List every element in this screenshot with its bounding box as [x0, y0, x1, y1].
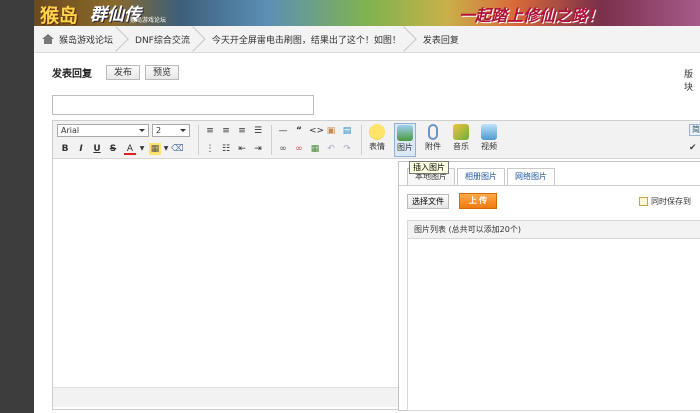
forum-banner[interactable]: 猴岛 群仙传 猴岛游戏论坛 一起踏上修仙之路！ [34, 0, 700, 26]
toolbar-separator [361, 125, 362, 155]
tab-web-image[interactable]: 网络图片 [507, 168, 555, 185]
home-icon[interactable] [42, 34, 54, 44]
breadcrumb-home[interactable]: 猴岛游戏论坛 [34, 26, 127, 53]
breadcrumb-current: 发表回复 [415, 26, 473, 53]
font-family-value: Arial [61, 126, 80, 135]
breadcrumb-thread[interactable]: 今天开全屏雷电击刷图，结果出了这个！如图！ [204, 26, 415, 53]
checkmark-icon[interactable]: ✔ [689, 143, 697, 153]
subject-input[interactable] [52, 95, 314, 115]
video-label: 视频 [481, 142, 497, 151]
ordered-list-icon[interactable]: ⋮ [204, 143, 216, 155]
tab-album-image[interactable]: 相册图片 [457, 168, 505, 185]
justify-icon[interactable]: ☰ [252, 125, 264, 137]
breadcrumb-label[interactable]: 今天开全屏雷电击刷图，结果出了这个！如图！ [212, 33, 401, 46]
emoji-label: 表情 [369, 142, 385, 151]
quote-icon[interactable]: “ [293, 125, 305, 137]
italic-icon[interactable]: I [75, 143, 87, 155]
attachment-button[interactable]: 附件 [422, 123, 444, 157]
upload-button[interactable]: 上 传 [459, 193, 497, 209]
music-button[interactable]: 音乐 [450, 123, 472, 157]
bold-icon[interactable]: B [59, 143, 71, 155]
reply-header: 发表回复 发布 预览 [52, 65, 184, 80]
hide-icon[interactable]: ▤ [341, 125, 353, 137]
breadcrumb-label: 发表回复 [422, 35, 459, 46]
align-left-icon[interactable]: ≡ [204, 125, 216, 137]
underline-icon[interactable]: U [91, 143, 103, 155]
banner-slogan: 一起踏上修仙之路！ [459, 6, 604, 25]
rich-text-editor: Arial 2 B I U S A ▼ ▦ ▼ ⌫ ≡ ≡ ≡ ☰ ⋮ ☷ ⇤ … [52, 120, 700, 411]
simple-mode-toggle[interactable]: 简 [689, 124, 700, 136]
strikethrough-icon[interactable]: S [107, 143, 119, 155]
horizontal-rule-icon[interactable]: — [277, 125, 289, 137]
preview-button[interactable]: 预览 [145, 65, 180, 80]
emoji-button[interactable]: 表情 [366, 123, 388, 157]
chevron-down-icon [139, 129, 145, 132]
link-icon[interactable]: ∞ [277, 143, 289, 155]
undo-icon[interactable]: ↶ [325, 143, 337, 155]
editor-content-area[interactable] [53, 159, 398, 387]
tab-divider [399, 185, 700, 186]
breadcrumb-label[interactable]: 猴岛游戏论坛 [59, 33, 113, 46]
image-label: 图片 [397, 143, 413, 152]
font-color-icon[interactable]: A [124, 143, 136, 155]
video-button[interactable]: 视频 [478, 123, 500, 157]
board-label: 版块 [684, 70, 694, 93]
image-list [407, 239, 700, 411]
also-save-checkbox[interactable] [639, 197, 648, 206]
image-upload-panel: 本地图片 相册图片 网络图片 选择文件 上 传 同时保存到 图片列表 (总共可以… [398, 161, 700, 411]
publish-button[interactable]: 发布 [106, 65, 141, 80]
image-icon [397, 125, 413, 141]
toolbar-separator [271, 125, 272, 155]
font-size-select[interactable]: 2 [152, 124, 190, 137]
toolbar-separator [198, 125, 199, 155]
select-file-button[interactable]: 选择文件 [407, 194, 449, 209]
unordered-list-icon[interactable]: ☷ [220, 143, 232, 155]
font-family-select[interactable]: Arial [57, 124, 149, 137]
table-icon[interactable]: ▦ [309, 143, 321, 155]
editor-toolbar: Arial 2 B I U S A ▼ ▦ ▼ ⌫ ≡ ≡ ≡ ☰ ⋮ ☷ ⇤ … [53, 121, 700, 159]
chevron-down-icon [180, 129, 186, 132]
redo-icon[interactable]: ↷ [341, 143, 353, 155]
align-right-icon[interactable]: ≡ [236, 125, 248, 137]
page-title: 发表回复 [52, 69, 92, 80]
also-save-label: 同时保存到 [651, 197, 691, 206]
breadcrumb-forum[interactable]: DNF综合交流 [127, 26, 204, 53]
also-save-option[interactable]: 同时保存到 [639, 196, 691, 207]
attachment-label: 附件 [425, 142, 441, 151]
smiley-icon [369, 124, 385, 140]
breadcrumb: 猴岛游戏论坛 DNF综合交流 今天开全屏雷电击刷图，结果出了这个！如图！ 发表回… [34, 26, 700, 53]
chevron-down-icon[interactable]: ▼ [136, 143, 148, 155]
video-icon [481, 124, 497, 140]
editor-footer [53, 387, 398, 407]
image-list-header: 图片列表 (总共可以添加20个) [407, 220, 700, 239]
image-button[interactable]: 图片 [394, 123, 416, 157]
banner-small-text: 猴岛游戏论坛 [130, 17, 167, 24]
music-icon [453, 124, 469, 140]
indent-icon[interactable]: ⇥ [252, 143, 264, 155]
code-icon[interactable]: <> [309, 125, 324, 137]
unlink-icon[interactable]: ∞ [293, 143, 305, 155]
align-center-icon[interactable]: ≡ [220, 125, 232, 137]
attachment-icon [428, 124, 438, 140]
left-page-edge [0, 0, 34, 413]
banner-left-text: 猴岛 [40, 5, 79, 26]
outdent-icon[interactable]: ⇤ [236, 143, 248, 155]
breadcrumb-label[interactable]: DNF综合交流 [135, 33, 190, 46]
clear-format-icon[interactable]: ⌫ [171, 143, 184, 155]
music-label: 音乐 [453, 142, 469, 151]
font-size-value: 2 [156, 126, 162, 135]
insert-image-tooltip: 插入图片 [409, 161, 449, 174]
free-icon[interactable]: ▣ [325, 125, 337, 137]
